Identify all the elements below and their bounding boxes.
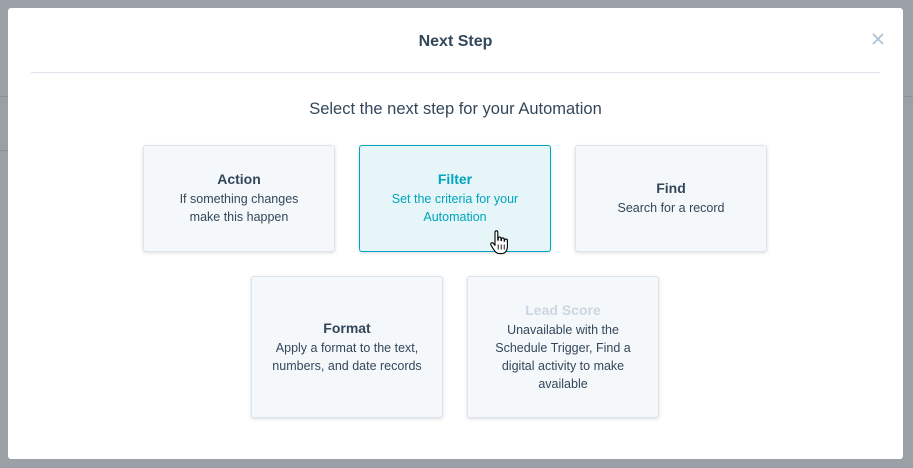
close-icon [872, 33, 884, 45]
step-card-find[interactable]: Find Search for a record [575, 145, 767, 252]
card-description: Set the criteria for your Automation [391, 192, 519, 224]
modal-subtitle: Select the next step for your Automation [309, 100, 602, 118]
card-title: Lead Score [525, 301, 601, 318]
modal-header: Next Step [31, 8, 884, 73]
card-description: Unavailable with the Schedule Trigger, F… [495, 322, 631, 391]
step-card-action[interactable]: Action If something changes make this ha… [143, 145, 335, 252]
step-card-filter[interactable]: Filter Set the criteria for your Automat… [359, 145, 551, 252]
card-description: Apply a format to the text, numbers, and… [272, 340, 422, 373]
card-title: Action [217, 171, 261, 187]
backdrop-divider [0, 96, 8, 97]
step-card-format[interactable]: Format Apply a format to the text, numbe… [251, 276, 443, 418]
card-title: Find [656, 180, 686, 196]
modal-title: Next Step [418, 33, 493, 50]
close-button[interactable] [869, 30, 887, 48]
step-card-lead-score: Lead Score Unavailable with the Schedule… [467, 276, 659, 418]
backdrop-divider [905, 96, 913, 97]
backdrop-divider [0, 150, 8, 151]
card-description: Search for a record [617, 201, 725, 215]
card-description: If something changes make this happen [179, 192, 299, 224]
card-title: Filter [437, 171, 473, 187]
next-step-modal: Next Step Select the next step for your … [8, 8, 903, 459]
card-title: Format [323, 319, 371, 336]
